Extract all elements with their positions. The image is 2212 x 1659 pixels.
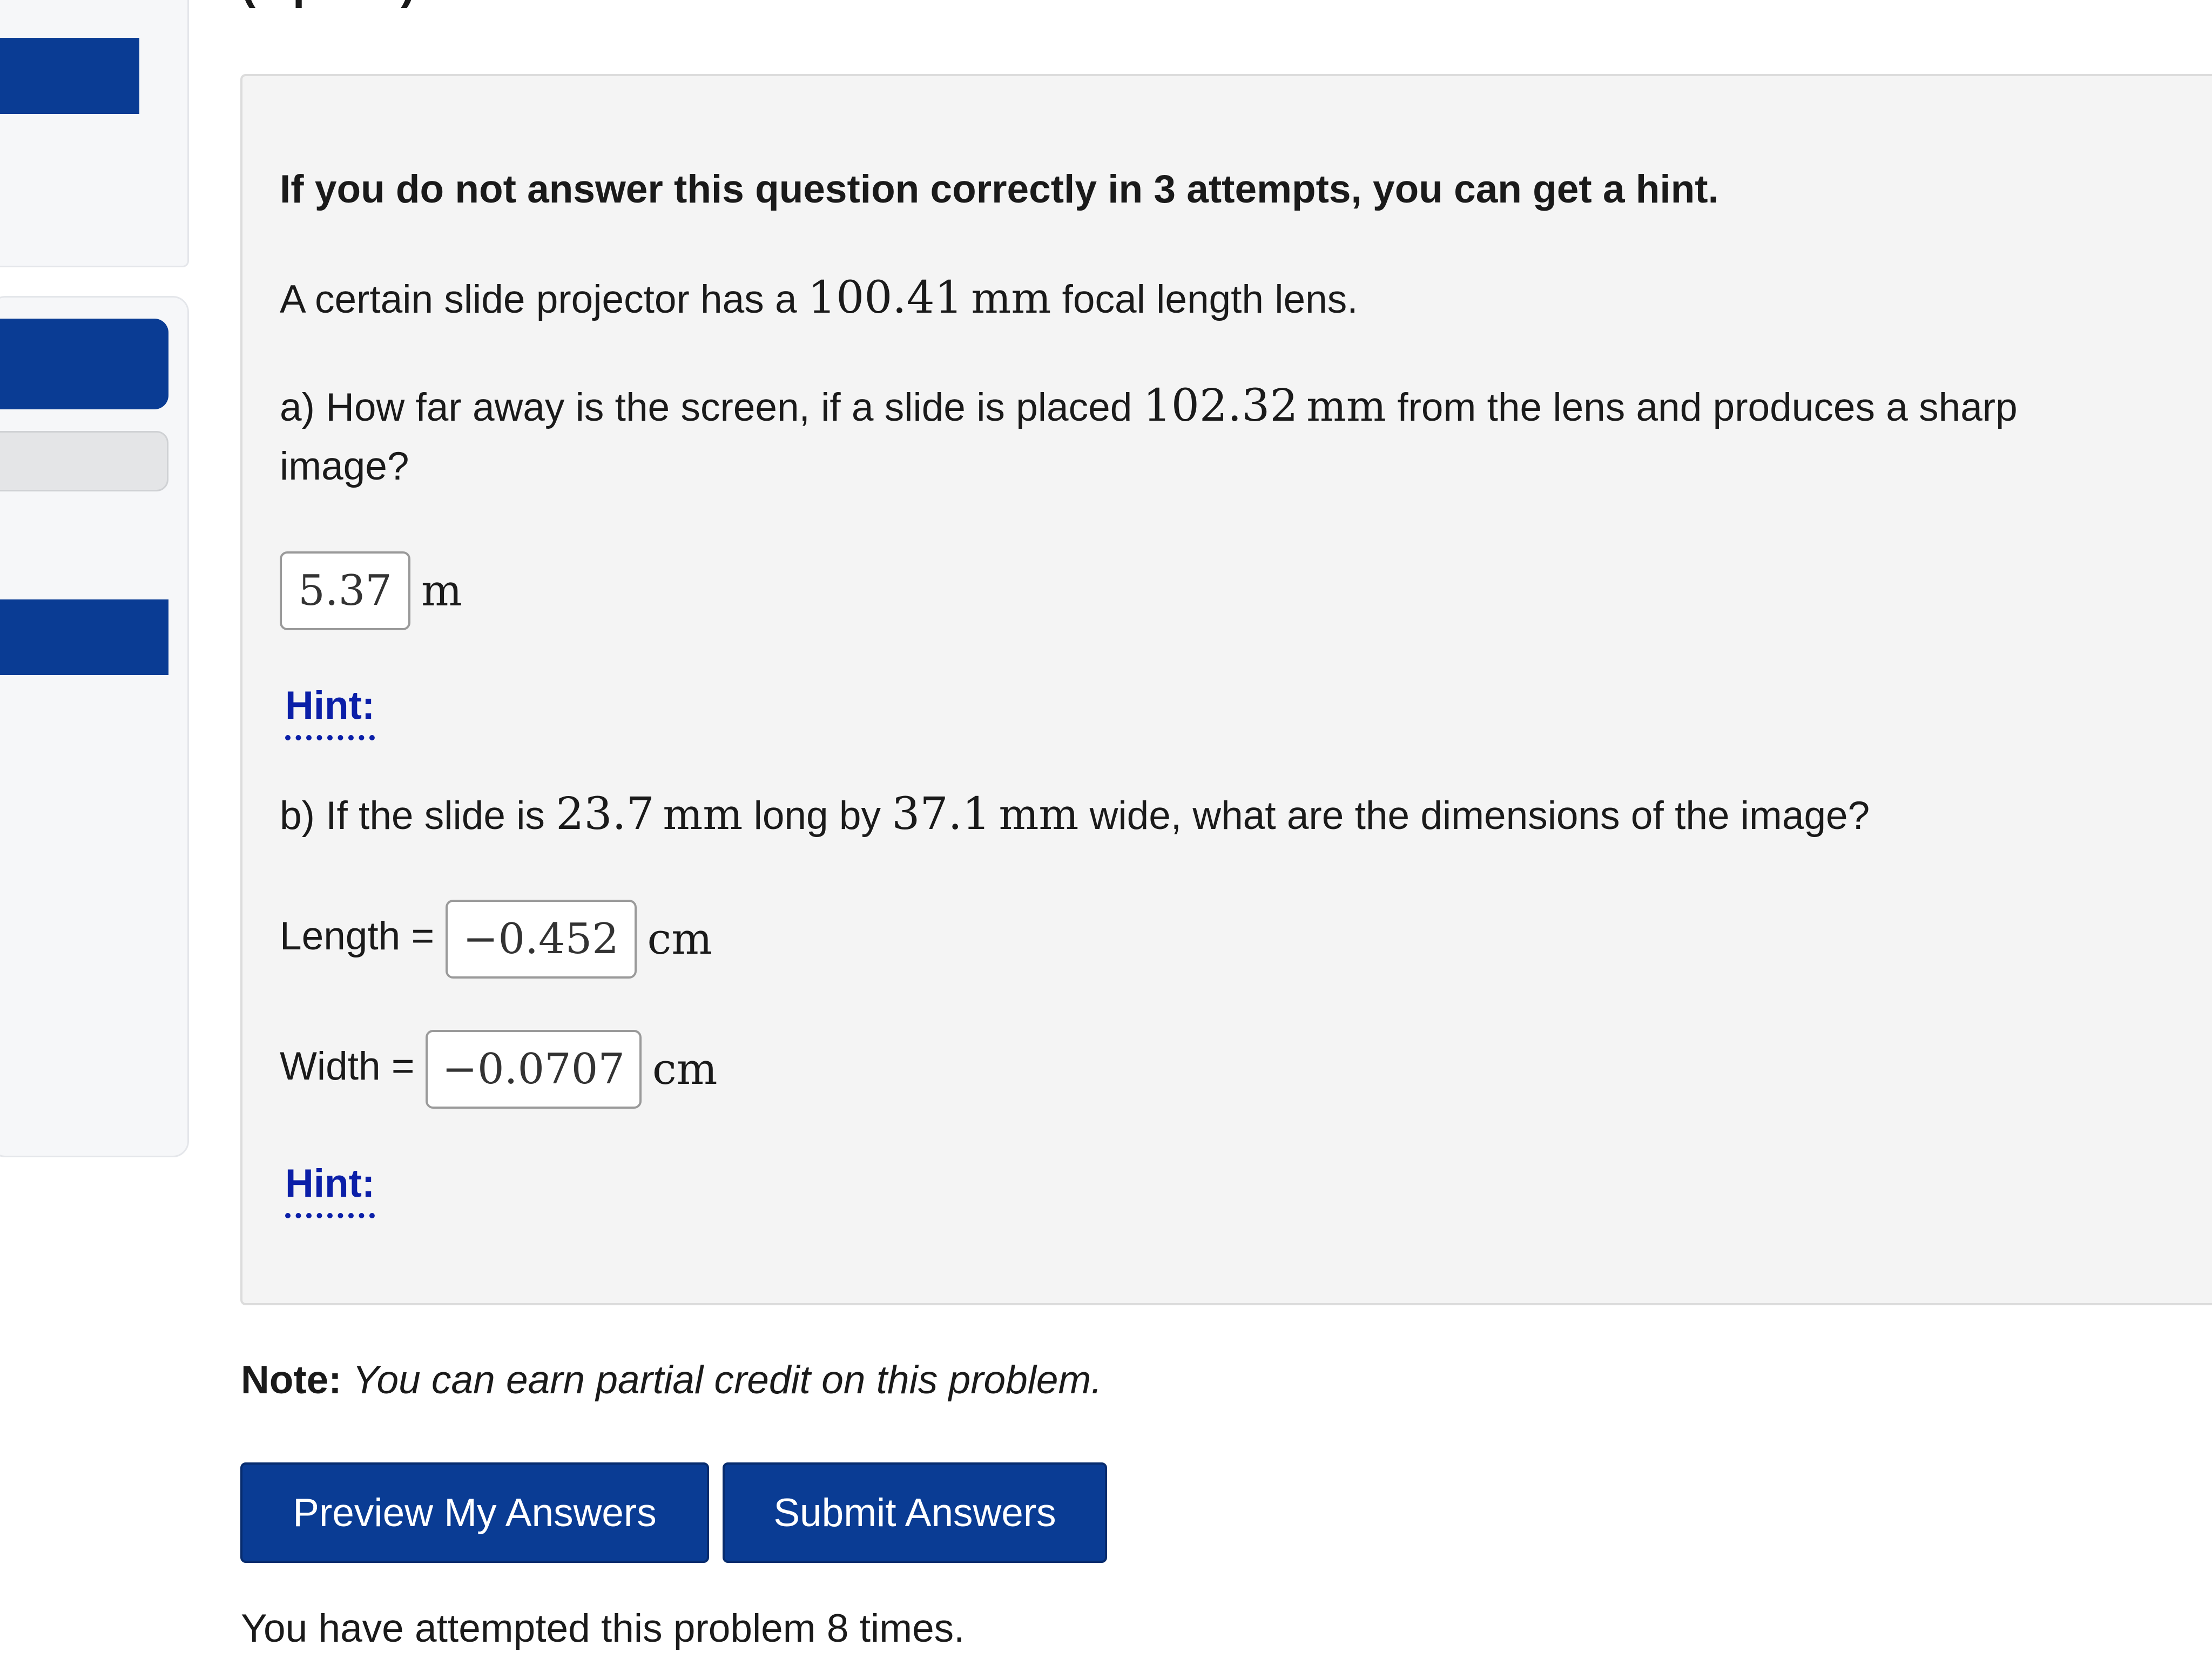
answer-a-row: 5.37 m [280,549,462,630]
intro-unit: mm [971,274,1051,323]
part-b-question: b) If the slide is 23.7 mm long by 37.1 … [280,788,1870,840]
answer-a-unit: m [421,565,462,616]
attempts-count-text: You have attempted this problem 8 times. [241,1607,965,1650]
width-unit: cm [652,1043,718,1094]
sidebar-button-bottom[interactable] [0,599,168,675]
note-label: Note: [241,1358,342,1402]
hint-b-link[interactable]: Hint: [285,1164,375,1218]
problem-intro: A certain slide projector has a 100.41 m… [280,268,1358,330]
width-label: Width = [280,1044,415,1088]
problem-points-heading: (1 point) [241,0,415,6]
sidebar-button-top[interactable] [0,38,139,114]
sidebar-button-primary[interactable] [0,319,168,409]
part-a-question: a) How far away is the screen, if a slid… [280,380,2018,431]
part-a-value: 102.32 [1143,380,1298,431]
submit-answers-button[interactable]: Submit Answers [723,1462,1107,1563]
sidebar-button-secondary[interactable] [0,431,168,491]
preview-answers-button[interactable]: Preview My Answers [240,1462,709,1563]
length-row: Length = −0.452 cm [280,897,712,979]
length-unit: cm [647,913,713,964]
hint-a-link[interactable]: Hint: [285,686,375,740]
intro-value: 100.41 [807,272,963,323]
problem-container [240,74,2212,1305]
partial-credit-note: Note: You can earn partial credit on thi… [241,1350,1102,1411]
part-b-length-value: 23.7 [556,788,655,840]
note-text: You can earn partial credit on this prob… [352,1358,1102,1402]
part-a-unit: mm [1306,382,1387,431]
intro-post: focal length lens. [1051,278,1358,321]
length-input[interactable]: −0.452 [445,899,637,979]
width-row: Width = −0.0707 cm [280,1027,717,1109]
part-a-question-line2: image? [280,444,409,488]
part-b-width-value: 37.1 [892,788,990,840]
width-input[interactable]: −0.0707 [425,1029,642,1109]
hint-notice: If you do not answer this question corre… [280,167,1719,211]
answer-a-input[interactable]: 5.37 [280,551,410,630]
page-root: (1 point) If you do not answer this ques… [0,0,2212,1659]
length-label: Length = [280,914,435,958]
intro-pre: A certain slide projector has a [280,278,808,321]
sidebar-card-bottom [0,296,189,1157]
